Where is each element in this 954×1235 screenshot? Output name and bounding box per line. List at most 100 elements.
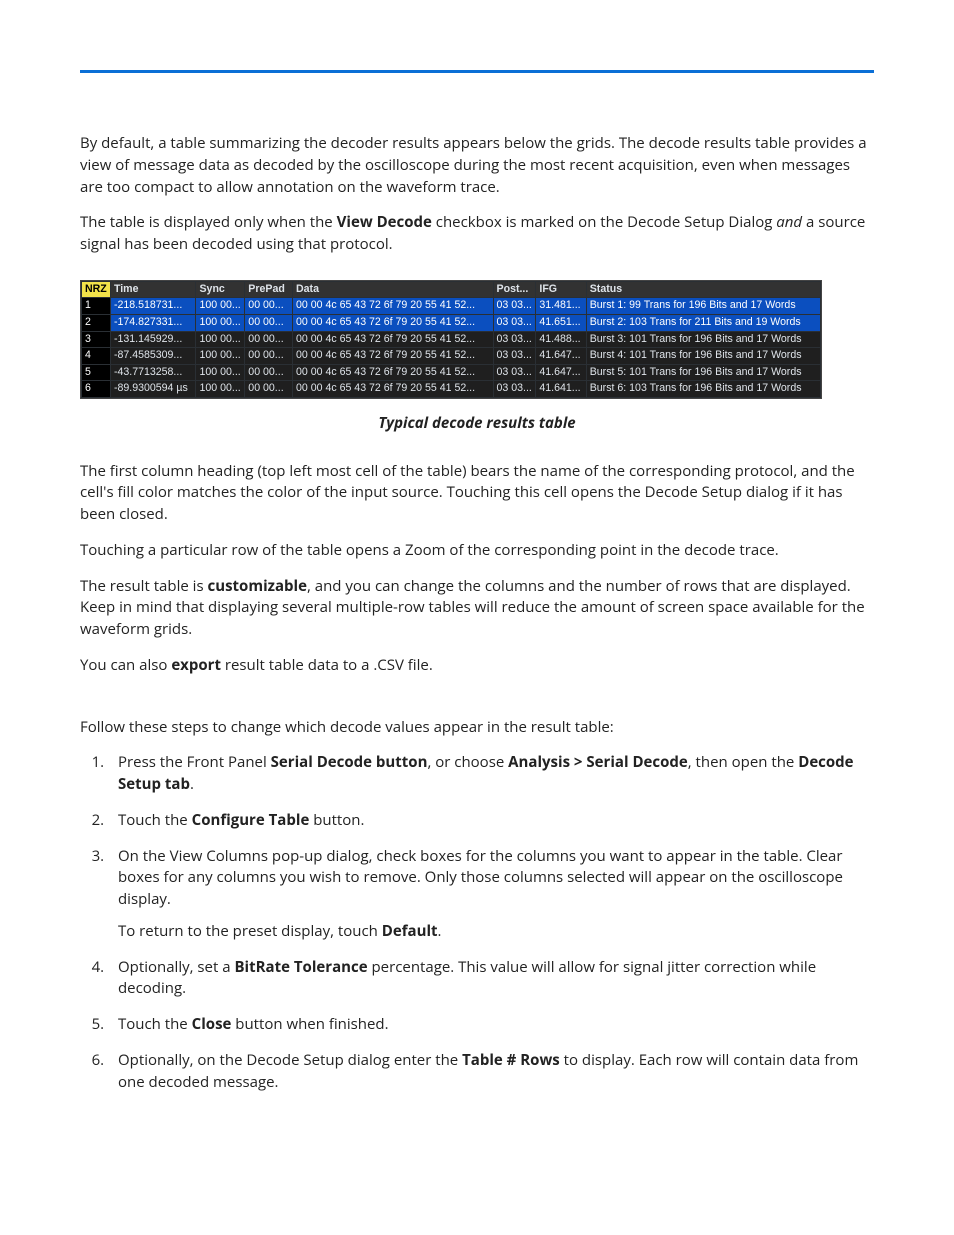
row-index-cell: 5 bbox=[82, 364, 111, 381]
table-cell: Burst 2: 103 Trans for 211 Bits and 19 W… bbox=[586, 314, 820, 331]
table-cell: 00 00... bbox=[245, 298, 293, 315]
row-index-cell: 2 bbox=[82, 314, 111, 331]
text: . bbox=[438, 921, 442, 941]
protocol-cell[interactable]: NRZ bbox=[82, 281, 111, 298]
table-cell: Burst 5: 101 Trans for 196 Bits and 17 W… bbox=[586, 364, 820, 381]
text: To return to the preset display, touch bbox=[118, 921, 382, 941]
col-data: Data bbox=[293, 281, 494, 298]
step-1: Press the Front Panel Serial Decode butt… bbox=[108, 752, 874, 796]
table-row[interactable]: 2-174.827331...100 00...00 00...00 00 4c… bbox=[82, 314, 821, 331]
table-cell: -43.7713258... bbox=[110, 364, 196, 381]
table-cell: 00 00... bbox=[245, 364, 293, 381]
text: checkbox is marked on the Decode Setup D… bbox=[432, 212, 776, 232]
col-ifg: IFG bbox=[536, 281, 586, 298]
text: , then open the bbox=[688, 752, 798, 772]
text: result table data to a .CSV file. bbox=[221, 655, 433, 675]
table-cell: 03 03... bbox=[493, 381, 536, 398]
step-3-sub: To return to the preset display, touch D… bbox=[118, 921, 874, 943]
table-cell: 31.481... bbox=[536, 298, 586, 315]
table-cell: -131.145929... bbox=[110, 331, 196, 348]
body-paragraph: Touching a particular row of the table o… bbox=[80, 540, 874, 562]
table-row[interactable]: 4-87.4585309...100 00...00 00...00 00 4c… bbox=[82, 348, 821, 365]
step-6: Optionally, on the Decode Setup dialog e… bbox=[108, 1050, 874, 1094]
table-row[interactable]: 1-218.518731...100 00...00 00...00 00 4c… bbox=[82, 298, 821, 315]
close-label: Close bbox=[192, 1014, 232, 1034]
text: Touch the bbox=[118, 1014, 192, 1034]
emphasis-and: and bbox=[776, 212, 802, 232]
step-4: Optionally, set a BitRate Tolerance perc… bbox=[108, 957, 874, 1001]
text: Press the Front Panel bbox=[118, 752, 271, 772]
table-caption: Typical decode results table bbox=[80, 413, 874, 435]
table-cell: 00 00 4c 65 43 72 6f 79 20 55 41 52... bbox=[293, 348, 494, 365]
table-cell: -174.827331... bbox=[110, 314, 196, 331]
step-2: Touch the Configure Table button. bbox=[108, 810, 874, 832]
body-paragraph: You can also export result table data to… bbox=[80, 655, 874, 677]
text: You can also bbox=[80, 655, 171, 675]
table-cell: 100 00... bbox=[196, 348, 245, 365]
table-cell: 00 00... bbox=[245, 331, 293, 348]
table-cell: -87.4585309... bbox=[110, 348, 196, 365]
table-cell: Burst 4: 101 Trans for 196 Bits and 17 W… bbox=[586, 348, 820, 365]
table-cell: 41.647... bbox=[536, 348, 586, 365]
table-cell: 00 00... bbox=[245, 348, 293, 365]
table-row[interactable]: 5-43.7713258...100 00...00 00...00 00 4c… bbox=[82, 364, 821, 381]
table-cell: 100 00... bbox=[196, 314, 245, 331]
table-cell: 00 00... bbox=[245, 314, 293, 331]
intro-paragraph-1: By default, a table summarizing the deco… bbox=[80, 133, 874, 198]
table-cell: -218.518731... bbox=[110, 298, 196, 315]
table-cell: Burst 3: 101 Trans for 196 Bits and 17 W… bbox=[586, 331, 820, 348]
table-cell: 03 03... bbox=[493, 348, 536, 365]
table-row[interactable]: 3-131.145929...100 00...00 00...00 00 4c… bbox=[82, 331, 821, 348]
table-cell: 03 03... bbox=[493, 314, 536, 331]
row-index-cell: 4 bbox=[82, 348, 111, 365]
view-decode-label: View Decode bbox=[337, 212, 432, 232]
default-label: Default bbox=[382, 921, 438, 941]
menu-path-label: Analysis > Serial Decode bbox=[508, 752, 688, 772]
table-cell: 41.488... bbox=[536, 331, 586, 348]
table-cell: 00 00 4c 65 43 72 6f 79 20 55 41 52... bbox=[293, 364, 494, 381]
table-header-row: NRZ Time Sync PrePad Data Post... IFG St… bbox=[82, 281, 821, 298]
table-cell: 100 00... bbox=[196, 298, 245, 315]
body-paragraph: The result table is customizable, and yo… bbox=[80, 576, 874, 641]
table-cell: 00 00 4c 65 43 72 6f 79 20 55 41 52... bbox=[293, 298, 494, 315]
table-cell: -89.9300594 µs bbox=[110, 381, 196, 398]
table-cell: Burst 6: 103 Trans for 196 Bits and 17 W… bbox=[586, 381, 820, 398]
table-cell: 41.641... bbox=[536, 381, 586, 398]
table-cell: 00 00 4c 65 43 72 6f 79 20 55 41 52... bbox=[293, 381, 494, 398]
configure-table-label: Configure Table bbox=[192, 810, 310, 830]
col-status: Status bbox=[586, 281, 820, 298]
table-cell: 03 03... bbox=[493, 331, 536, 348]
table-cell: 100 00... bbox=[196, 364, 245, 381]
text: button when finished. bbox=[231, 1014, 388, 1034]
decode-results-table: NRZ Time Sync PrePad Data Post... IFG St… bbox=[80, 280, 822, 399]
table-cell: 41.651... bbox=[536, 314, 586, 331]
steps-lead: Follow these steps to change which decod… bbox=[80, 717, 874, 739]
text: On the View Columns pop-up dialog, check… bbox=[118, 846, 843, 910]
row-index-cell: 3 bbox=[82, 331, 111, 348]
serial-decode-button-label: Serial Decode button bbox=[271, 752, 428, 772]
text: button. bbox=[309, 810, 364, 830]
table-cell: 03 03... bbox=[493, 364, 536, 381]
table-cell: 03 03... bbox=[493, 298, 536, 315]
steps-list: Press the Front Panel Serial Decode butt… bbox=[80, 752, 874, 1093]
table-row[interactable]: 6-89.9300594 µs100 00...00 00...00 00 4c… bbox=[82, 381, 821, 398]
text: The table is displayed only when the bbox=[80, 212, 337, 232]
text: Touch the bbox=[118, 810, 192, 830]
row-index-cell: 1 bbox=[82, 298, 111, 315]
table-cell: 00 00 4c 65 43 72 6f 79 20 55 41 52... bbox=[293, 331, 494, 348]
bitrate-tolerance-label: BitRate Tolerance bbox=[234, 957, 367, 977]
table-rows-label: Table # Rows bbox=[462, 1050, 560, 1070]
col-prepad: PrePad bbox=[245, 281, 293, 298]
table-cell: 100 00... bbox=[196, 331, 245, 348]
customizable-label: customizable bbox=[208, 576, 307, 596]
text: The result table is bbox=[80, 576, 208, 596]
text: Optionally, on the Decode Setup dialog e… bbox=[118, 1050, 462, 1070]
col-sync: Sync bbox=[196, 281, 245, 298]
text: . bbox=[190, 774, 194, 794]
header-rule bbox=[80, 70, 874, 73]
text: Optionally, set a bbox=[118, 957, 234, 977]
row-index-cell: 6 bbox=[82, 381, 111, 398]
table-cell: 41.647... bbox=[536, 364, 586, 381]
table-cell: 00 00... bbox=[245, 381, 293, 398]
col-post: Post... bbox=[493, 281, 536, 298]
